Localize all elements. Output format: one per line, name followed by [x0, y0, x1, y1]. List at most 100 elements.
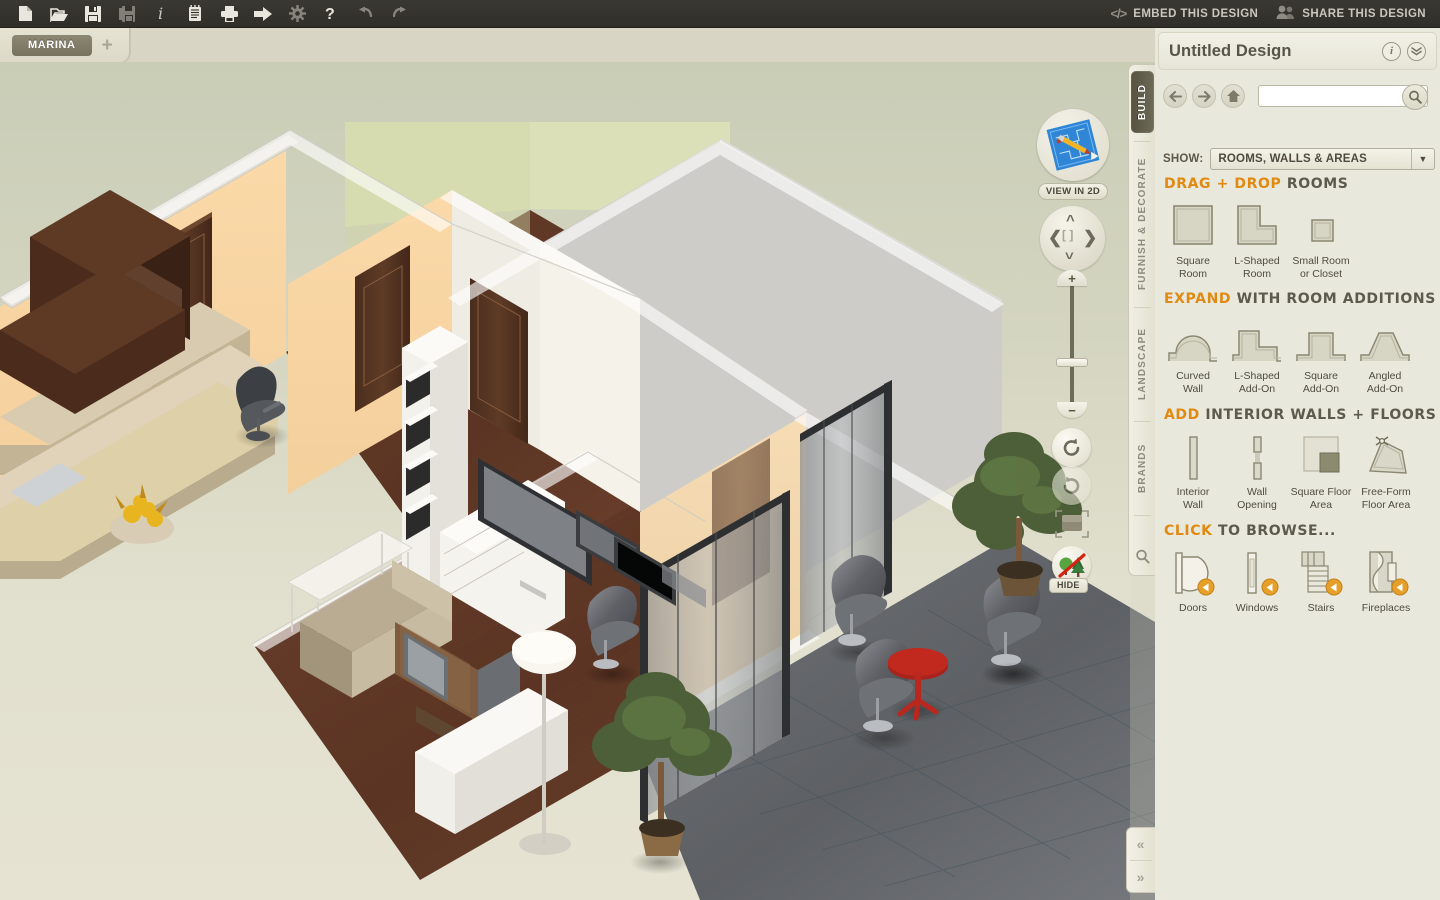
page-title: Untitled Design	[1169, 41, 1292, 60]
design-info-button[interactable]: i	[1382, 41, 1401, 61]
tool-caption: Doors	[1178, 602, 1207, 614]
code-icon: </>	[1110, 6, 1127, 21]
embed-design-button[interactable]: </> EMBED THIS DESIGN	[1110, 6, 1258, 21]
tool-interior-wall[interactable]: Interior Wall	[1161, 429, 1225, 511]
pan-down-arrow[interactable]: ^	[1065, 245, 1074, 262]
zoom-slider[interactable]: + −	[1056, 270, 1088, 418]
tool-windows[interactable]: Windows	[1225, 545, 1289, 615]
new-document-icon[interactable]	[8, 1, 42, 27]
tool-l-shaped-addon[interactable]: L-Shaped Add-On	[1225, 313, 1289, 395]
zoom-out-button[interactable]: −	[1057, 402, 1087, 418]
tool-square-addon[interactable]: Square Add-On	[1289, 313, 1353, 395]
tab-landscape[interactable]: LANDSCAPE	[1131, 315, 1154, 413]
pan-directional-pad[interactable]: ^ ❮ ❯ ^ [ ]	[1040, 206, 1105, 271]
tool-fireplaces[interactable]: Fireplaces	[1353, 545, 1419, 615]
rotate-ccw-icon	[1063, 438, 1080, 456]
panel-expand-button[interactable]	[1407, 41, 1426, 61]
save-as-icon[interactable]	[110, 1, 144, 27]
panel-home-button[interactable]	[1221, 84, 1245, 108]
pan-right-arrow[interactable]: ❯	[1083, 228, 1097, 248]
top-toolbar: i ? </> EMBED THIS DESIGN SHARE THIS DES…	[0, 0, 1440, 28]
settings-gear-icon[interactable]	[280, 1, 314, 27]
hide-label[interactable]: HIDE	[1049, 578, 1088, 593]
tool-caption: Interior Wall	[1176, 486, 1210, 511]
tab-card: MARINA +	[0, 28, 130, 62]
help-icon[interactable]: ?	[314, 1, 348, 27]
section-interior-walls-floors: ADD INTERIOR WALLS + FLOORS Interior Wal…	[1155, 407, 1440, 511]
section-heading: DRAG + DROP ROOMS	[1155, 176, 1440, 192]
tool-caption: Fireplaces	[1361, 602, 1411, 614]
tool-angled-addon[interactable]: Angled Add-On	[1353, 313, 1417, 395]
section-items: Interior Wall Wall Opening Square Floor …	[1155, 429, 1440, 511]
tool-caption: Square Room	[1176, 255, 1210, 280]
tool-square-room[interactable]: Square Room	[1161, 198, 1225, 280]
tool-caption: L-Shaped Room	[1234, 255, 1280, 280]
design-title-bar: Untitled Design i	[1158, 32, 1437, 70]
pan-up-arrow[interactable]: ^	[1066, 212, 1075, 229]
tool-square-floor-area[interactable]: Square Floor Area	[1289, 429, 1353, 511]
tool-doors[interactable]: Doors	[1161, 545, 1225, 615]
zoom-slider-track[interactable]	[1070, 284, 1074, 406]
tool-caption: Square Add-On	[1302, 370, 1340, 395]
chevron-down-icon[interactable]: ▼	[1411, 149, 1434, 169]
fit-to-frame-button[interactable]	[1054, 509, 1090, 539]
tool-curved-wall[interactable]: Curved Wall	[1161, 313, 1225, 395]
interior-wall-icon	[1173, 429, 1213, 481]
undo-icon[interactable]	[348, 1, 382, 27]
stairs-icon	[1296, 545, 1346, 597]
panel-back-button[interactable]	[1163, 84, 1187, 108]
export-icon[interactable]	[246, 1, 280, 27]
windows-icon	[1232, 545, 1282, 597]
rotate-clockwise-button[interactable]	[1052, 466, 1091, 505]
tab-furnish-decorate[interactable]: FURNISH & DECORATE	[1131, 149, 1154, 299]
collapse-left-button[interactable]: «	[1127, 828, 1154, 860]
open-folder-icon[interactable]	[42, 1, 76, 27]
square-addon-icon	[1293, 313, 1349, 365]
section-click-to-browse: CLICK TO BROWSE... Doors Windows Stairs …	[1155, 523, 1440, 615]
tab-brands[interactable]: BRANDS	[1131, 429, 1154, 507]
pan-center-button[interactable]: [ ]	[1062, 228, 1073, 242]
tool-caption: L-Shaped Add-On	[1234, 370, 1280, 395]
search-submit-button[interactable]	[1402, 84, 1428, 110]
panel-collapse-controls: « »	[1126, 827, 1155, 893]
panel-forward-button[interactable]	[1192, 84, 1216, 108]
pan-left-arrow[interactable]: ❮	[1048, 228, 1062, 248]
mode-tab-rail: BUILD FURNISH & DECORATE LANDSCAPE BRAND…	[1128, 64, 1155, 576]
tool-caption: Free-Form Floor Area	[1361, 486, 1411, 511]
design-canvas-3d[interactable]: VIEW IN 2D ^ ❮ ❯ ^ [ ] + − HIDE	[0, 62, 1155, 900]
tool-stairs[interactable]: Stairs	[1289, 545, 1353, 615]
panel-search-icon[interactable]	[1133, 547, 1152, 566]
print-icon[interactable]	[212, 1, 246, 27]
section-heading-rest: INTERIOR WALLS + FLOORS	[1205, 407, 1437, 423]
add-tab-button[interactable]: +	[102, 36, 113, 55]
zoom-slider-handle[interactable]	[1056, 358, 1088, 367]
search-input[interactable]	[1263, 88, 1403, 105]
tool-l-shaped-room[interactable]: L-Shaped Room	[1225, 198, 1289, 280]
svg-text:?: ?	[325, 6, 335, 22]
embed-design-label: EMBED THIS DESIGN	[1133, 7, 1259, 20]
tool-caption: Wall Opening	[1237, 486, 1277, 511]
notes-icon[interactable]	[178, 1, 212, 27]
tool-free-form-floor-area[interactable]: Free-Form Floor Area	[1353, 429, 1419, 511]
section-drag-drop-rooms: DRAG + DROP ROOMS Square Room L-Shaped R…	[1155, 176, 1440, 280]
panel-nav-bar	[1163, 80, 1435, 112]
free-form-floor-area-icon	[1360, 429, 1412, 481]
view-2d-button[interactable]	[1037, 109, 1109, 181]
project-tab-marina[interactable]: MARINA	[12, 34, 92, 56]
show-filter-select[interactable]: ROOMS, WALLS & AREAS ▼	[1210, 148, 1435, 170]
info-icon[interactable]: i	[144, 1, 178, 27]
tool-caption: Curved Wall	[1176, 370, 1210, 395]
view-2d-label[interactable]: VIEW IN 2D	[1037, 183, 1109, 200]
tool-small-room-closet[interactable]: Small Room or Closet	[1289, 198, 1353, 280]
redo-icon[interactable]	[382, 1, 416, 27]
collapse-right-button[interactable]: »	[1127, 861, 1154, 893]
tab-build[interactable]: BUILD	[1131, 71, 1154, 133]
rotate-counterclockwise-button[interactable]	[1052, 428, 1091, 467]
doors-icon	[1168, 545, 1218, 597]
share-design-button[interactable]: SHARE THIS DESIGN	[1276, 5, 1426, 22]
save-icon[interactable]	[76, 1, 110, 27]
rotate-cw-icon	[1063, 476, 1080, 494]
panel-search-box[interactable]	[1258, 84, 1428, 110]
tool-wall-opening[interactable]: Wall Opening	[1225, 429, 1289, 511]
zoom-in-button[interactable]: +	[1057, 270, 1087, 286]
